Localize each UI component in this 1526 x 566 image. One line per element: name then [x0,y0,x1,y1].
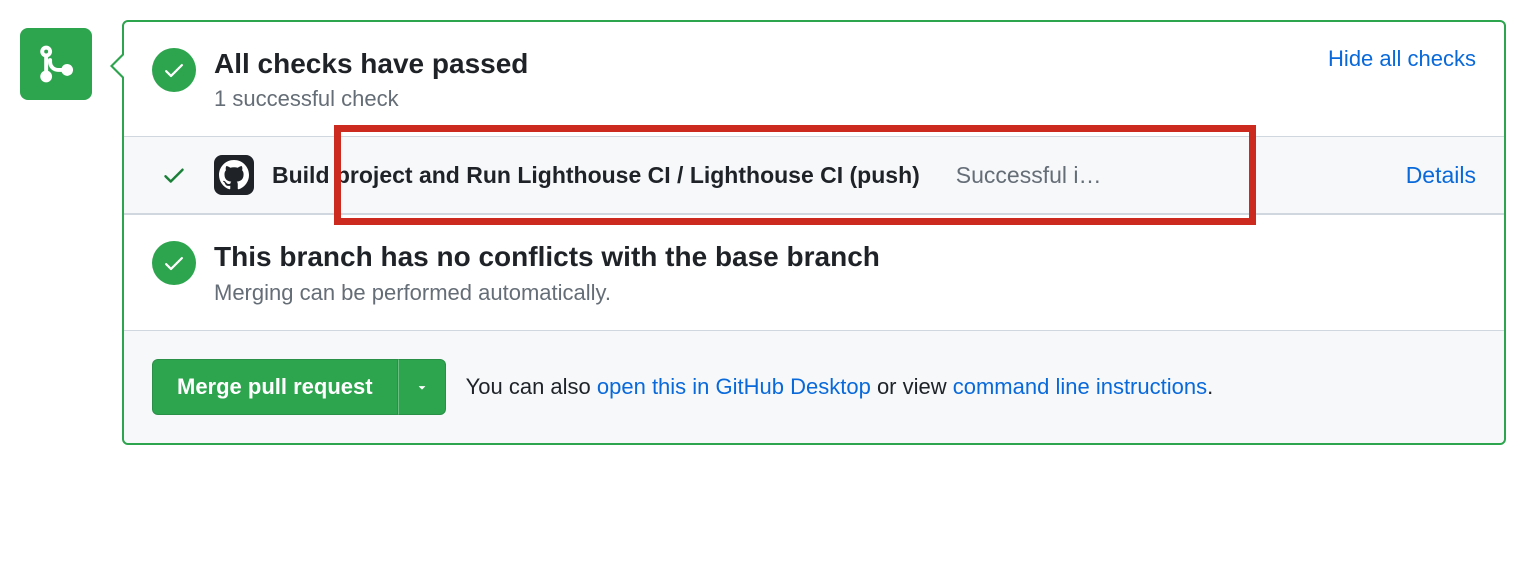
merge-options-dropdown-button[interactable] [398,359,446,415]
merge-timeline-badge [20,28,92,100]
check-item-status-text: Successful i… [956,162,1102,189]
checkmark-icon [162,251,186,275]
check-item-status [152,162,196,188]
github-icon [219,160,249,190]
checkmark-icon [162,58,186,82]
checks-summary-section: All checks have passed 1 successful chec… [124,22,1504,136]
open-github-desktop-link[interactable]: open this in GitHub Desktop [597,374,871,399]
conflicts-subtitle: Merging can be performed automatically. [214,280,1476,306]
merge-hint-suffix: . [1207,374,1213,399]
merge-hint-text: You can also open this in GitHub Desktop… [466,374,1214,400]
conflicts-section: This branch has no conflicts with the ba… [124,214,1504,329]
checkmark-icon [161,162,187,188]
merge-status-panel: All checks have passed 1 successful chec… [122,20,1506,445]
conflicts-success-indicator [152,241,196,285]
checks-success-indicator [152,48,196,92]
check-item-name[interactable]: Build project and Run Lighthouse CI / Li… [272,162,920,189]
conflicts-title: This branch has no conflicts with the ba… [214,239,1476,275]
merge-button-group: Merge pull request [152,359,446,415]
check-details-link[interactable]: Details [1406,162,1476,189]
merge-hint-mid: or view [871,374,953,399]
merge-footer: Merge pull request You can also open thi… [124,330,1504,443]
caret-down-icon [415,380,429,394]
checks-title: All checks have passed [214,46,1310,82]
merge-pull-request-button[interactable]: Merge pull request [152,359,398,415]
toggle-checks-link[interactable]: Hide all checks [1328,46,1476,72]
checks-subtitle: 1 successful check [214,86,1310,112]
github-actions-avatar [214,155,254,195]
command-line-instructions-link[interactable]: command line instructions [953,374,1207,399]
check-item-row: Build project and Run Lighthouse CI / Li… [124,136,1504,214]
git-merge-icon [35,43,77,85]
merge-hint-prefix: You can also [466,374,597,399]
